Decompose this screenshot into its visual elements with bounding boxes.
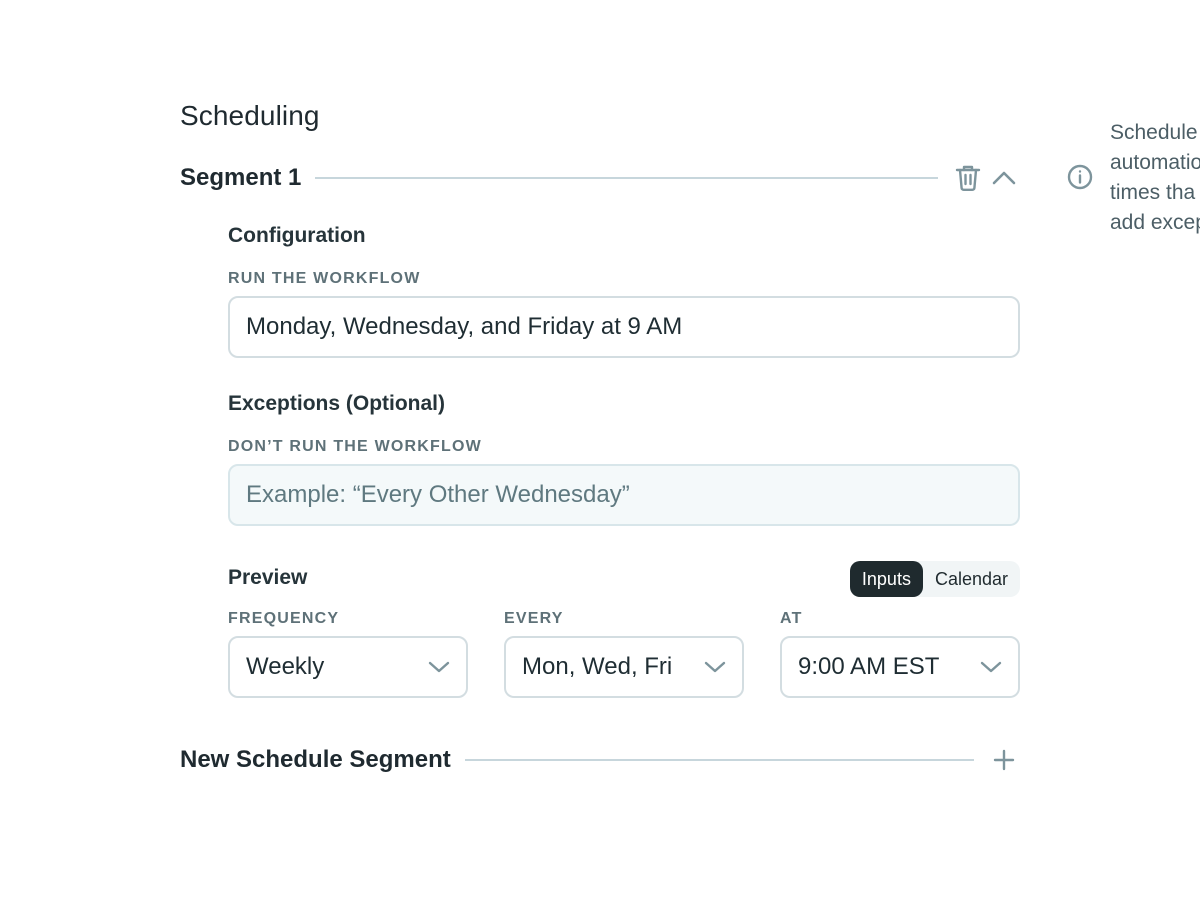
- exceptions-heading: Exceptions (Optional): [228, 392, 446, 415]
- preview-view-toggle: Inputs Calendar: [849, 561, 1020, 597]
- dont-run-workflow-label: DON’T RUN THE WORKFLOW: [228, 438, 482, 455]
- chevron-down-icon: [980, 661, 1002, 673]
- at-value: 9:00 AM EST: [798, 653, 940, 680]
- scheduling-page: Scheduling Segment 1 Schedule automatio …: [0, 0, 1200, 900]
- frequency-label: FREQUENCY: [228, 610, 340, 627]
- side-help-line: times tha: [1110, 181, 1196, 204]
- segment-divider: [315, 177, 938, 179]
- run-workflow-input[interactable]: Monday, Wednesday, and Friday at 9 AM: [228, 296, 1020, 358]
- toggle-calendar[interactable]: Calendar: [923, 561, 1020, 597]
- every-select[interactable]: Mon, Wed, Fri: [504, 636, 744, 698]
- new-segment-row: New Schedule Segment: [180, 742, 1020, 778]
- at-select[interactable]: 9:00 AM EST: [780, 636, 1020, 698]
- every-field: EVERY Mon, Wed, Fri: [504, 610, 744, 698]
- chevron-down-icon: [704, 661, 726, 673]
- side-help-line: add excep: [1110, 211, 1200, 234]
- collapse-segment-button[interactable]: [988, 162, 1020, 194]
- frequency-value: Weekly: [246, 653, 325, 680]
- segment-title: Segment 1: [180, 164, 302, 191]
- info-icon[interactable]: [1066, 163, 1094, 191]
- every-label: EVERY: [504, 610, 564, 627]
- chevron-up-icon: [992, 171, 1016, 185]
- side-help-line: Schedule: [1110, 121, 1198, 144]
- toggle-inputs[interactable]: Inputs: [849, 561, 923, 597]
- segment-header: Segment 1: [180, 160, 1020, 196]
- new-segment-label: New Schedule Segment: [180, 746, 451, 773]
- trash-icon: [955, 165, 981, 192]
- run-workflow-label: RUN THE WORKFLOW: [228, 270, 421, 287]
- delete-segment-button[interactable]: [952, 162, 984, 194]
- frequency-select[interactable]: Weekly: [228, 636, 468, 698]
- frequency-field: FREQUENCY Weekly: [228, 610, 468, 698]
- every-value: Mon, Wed, Fri: [522, 653, 673, 680]
- preview-inputs: FREQUENCY Weekly EVERY Mon, Wed, Fri AT …: [228, 610, 1020, 710]
- preview-heading: Preview: [228, 566, 308, 589]
- side-help-text: Schedule automatio times tha add excep: [1110, 118, 1200, 238]
- new-segment-divider: [464, 759, 974, 761]
- side-help-line: automatio: [1110, 151, 1200, 174]
- chevron-down-icon: [428, 661, 450, 673]
- page-title: Scheduling: [180, 100, 320, 131]
- at-field: AT 9:00 AM EST: [780, 610, 1020, 698]
- add-segment-button[interactable]: [988, 744, 1020, 776]
- at-label: AT: [780, 610, 803, 627]
- configuration-heading: Configuration: [228, 224, 366, 247]
- plus-icon: [993, 749, 1015, 771]
- exceptions-input[interactable]: Example: “Every Other Wednesday”: [228, 464, 1020, 526]
